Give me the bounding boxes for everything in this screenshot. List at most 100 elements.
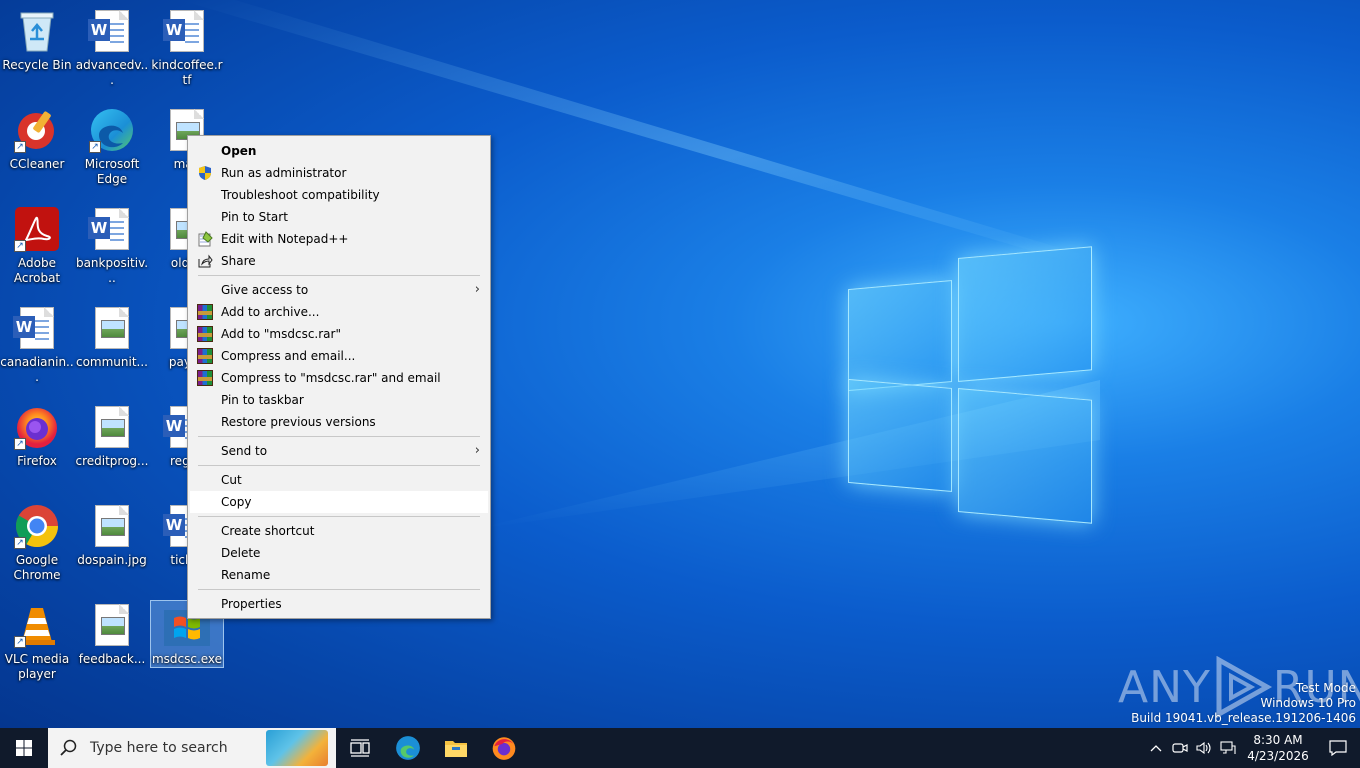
menu-item-pin-to-start[interactable]: Pin to Start [188,206,490,228]
wallpaper-logo-pane [848,280,952,392]
desktop-icon-label: Microsoft Edge [84,157,140,186]
desktop-icon-dospain[interactable]: dospain.jpg [75,497,149,591]
search-highlight-image [266,730,328,766]
menu-item-share[interactable]: Share [188,250,490,272]
desktop-icon-firefox[interactable]: ↗ Firefox [0,398,74,492]
menu-item-add-to-archive[interactable]: Add to archive... [188,301,490,323]
system-tray: 8:30 AM 4/23/2026 [1144,728,1360,768]
desktop-icon-label: CCleaner [9,157,65,171]
menu-item-label: Open [221,144,257,158]
menu-item-run-as-administrator[interactable]: Run as administrator [188,162,490,184]
winrar-icon [197,370,213,386]
menu-item-create-shortcut[interactable]: Create shortcut [188,520,490,542]
firefox-icon: ↗ [14,404,60,450]
menu-item-compress-to-msdcsc-rar-and-email[interactable]: Compress to "msdcsc.rar" and email [188,367,490,389]
network-button[interactable] [1216,728,1240,768]
desktop-icon-label: Firefox [17,454,57,468]
vlc-icon: ↗ [14,602,60,648]
meet-now-button[interactable] [1168,728,1192,768]
menu-item-copy[interactable]: Copy [190,491,488,513]
desktop-icon-label: communit... [75,355,148,369]
menu-item-label: Send to [221,444,268,458]
desktop-icon-canadianin[interactable]: W canadianin... [0,299,74,393]
desktop-icon-label: VLC media player [4,652,70,681]
share-icon [197,253,213,269]
menu-item-give-access-to[interactable]: Give access to › [188,279,490,301]
desktop-icon-vlc[interactable]: ↗ VLC media player [0,596,74,690]
winrar-icon [197,326,213,342]
taskbar-file-explorer-button[interactable] [432,728,480,768]
desktop-icon-bankpositiv[interactable]: W bankpositiv... [75,200,149,294]
word-document-icon: W [13,305,60,351]
action-center-button[interactable] [1316,728,1360,768]
menu-item-delete[interactable]: Delete [188,542,490,564]
menu-item-label: Properties [221,597,282,611]
winrar-icon [197,348,213,364]
menu-item-compress-and-email[interactable]: Compress and email... [188,345,490,367]
notepad-plus-plus-icon [197,231,213,247]
desktop-icon-ccleaner[interactable]: ↗ CCleaner [0,101,74,195]
shortcut-arrow-icon: ↗ [14,141,26,153]
context-menu: Open Run as administrator Troubleshoot c… [187,135,491,619]
shortcut-arrow-icon: ↗ [14,240,26,252]
image-file-icon [89,404,135,450]
desktop-icon-label: advancedv... [75,58,149,87]
shortcut-arrow-icon: ↗ [89,141,101,153]
desktop-icon-creditprog[interactable]: creditprog... [75,398,149,492]
desktop-icon-google-chrome[interactable]: ↗ Google Chrome [0,497,74,591]
desktop-icon-label: kindcoffee.rtf [151,58,223,87]
shortcut-arrow-icon: ↗ [14,537,26,549]
menu-item-open[interactable]: Open [188,140,490,162]
desktop-icon-label: creditprog... [75,454,149,468]
wallpaper-logo-pane [958,388,1092,524]
task-view-button[interactable] [336,728,384,768]
desktop-icon-kindcoffee[interactable]: W kindcoffee.rtf [150,2,224,96]
recycle-bin-icon [14,8,60,54]
menu-item-label: Pin to taskbar [221,393,304,407]
notification-icon [1329,740,1347,756]
wallpaper-logo-pane [848,378,952,492]
shortcut-arrow-icon: ↗ [14,438,26,450]
desktop-icon-communit[interactable]: communit... [75,299,149,393]
menu-item-rename[interactable]: Rename [188,564,490,586]
menu-separator [198,436,480,437]
menu-separator [198,589,480,590]
network-icon [1220,741,1236,754]
taskbar-clock[interactable]: 8:30 AM 4/23/2026 [1240,732,1316,764]
volume-button[interactable] [1192,728,1216,768]
desktop-icon-label: dospain.jpg [77,553,147,567]
adobe-acrobat-icon: ↗ [14,206,60,252]
menu-item-label: Edit with Notepad++ [221,232,349,246]
taskbar-edge-button[interactable] [384,728,432,768]
taskbar: Type here to search 8:30 AM 4/23/2026 [0,728,1360,768]
menu-item-properties[interactable]: Properties [188,593,490,615]
desktop-icon-advancedv[interactable]: W advancedv... [75,2,149,96]
desktop-icon-adobe-acrobat[interactable]: ↗ Adobe Acrobat [0,200,74,294]
menu-item-send-to[interactable]: Send to › [188,440,490,462]
menu-item-troubleshoot-compatibility[interactable]: Troubleshoot compatibility [188,184,490,206]
desktop-icon-recycle-bin[interactable]: Recycle Bin [0,2,74,96]
image-file-icon [89,305,135,351]
test-mode-text: Test Mode [1295,681,1356,695]
ccleaner-icon: ↗ [14,107,60,153]
menu-item-cut[interactable]: Cut [188,469,490,491]
file-explorer-icon [445,741,467,757]
menu-item-edit-with-notepad-plus-plus[interactable]: Edit with Notepad++ [188,228,490,250]
task-view-icon [350,739,370,757]
desktop-icon-feedback[interactable]: feedback... [75,596,149,690]
camera-icon [1172,743,1188,753]
menu-item-pin-to-taskbar[interactable]: Pin to taskbar [188,389,490,411]
menu-item-restore-previous-versions[interactable]: Restore previous versions [188,411,490,433]
start-button[interactable] [0,728,48,768]
menu-item-label: Share [221,254,256,268]
menu-item-label: Add to archive... [221,305,320,319]
show-hidden-icons-button[interactable] [1144,728,1168,768]
system-info: Test Mode Windows 10 Pro Build 19041.vb_… [1131,681,1356,726]
taskbar-search-box[interactable]: Type here to search [48,728,336,768]
chrome-icon: ↗ [14,503,60,549]
menu-item-add-to-msdcsc-rar[interactable]: Add to "msdcsc.rar" [188,323,490,345]
taskbar-firefox-button[interactable] [480,728,528,768]
menu-item-label: Delete [221,546,261,560]
wallpaper-logo-pane [958,246,1092,382]
desktop-icon-microsoft-edge[interactable]: ↗ Microsoft Edge [75,101,149,195]
